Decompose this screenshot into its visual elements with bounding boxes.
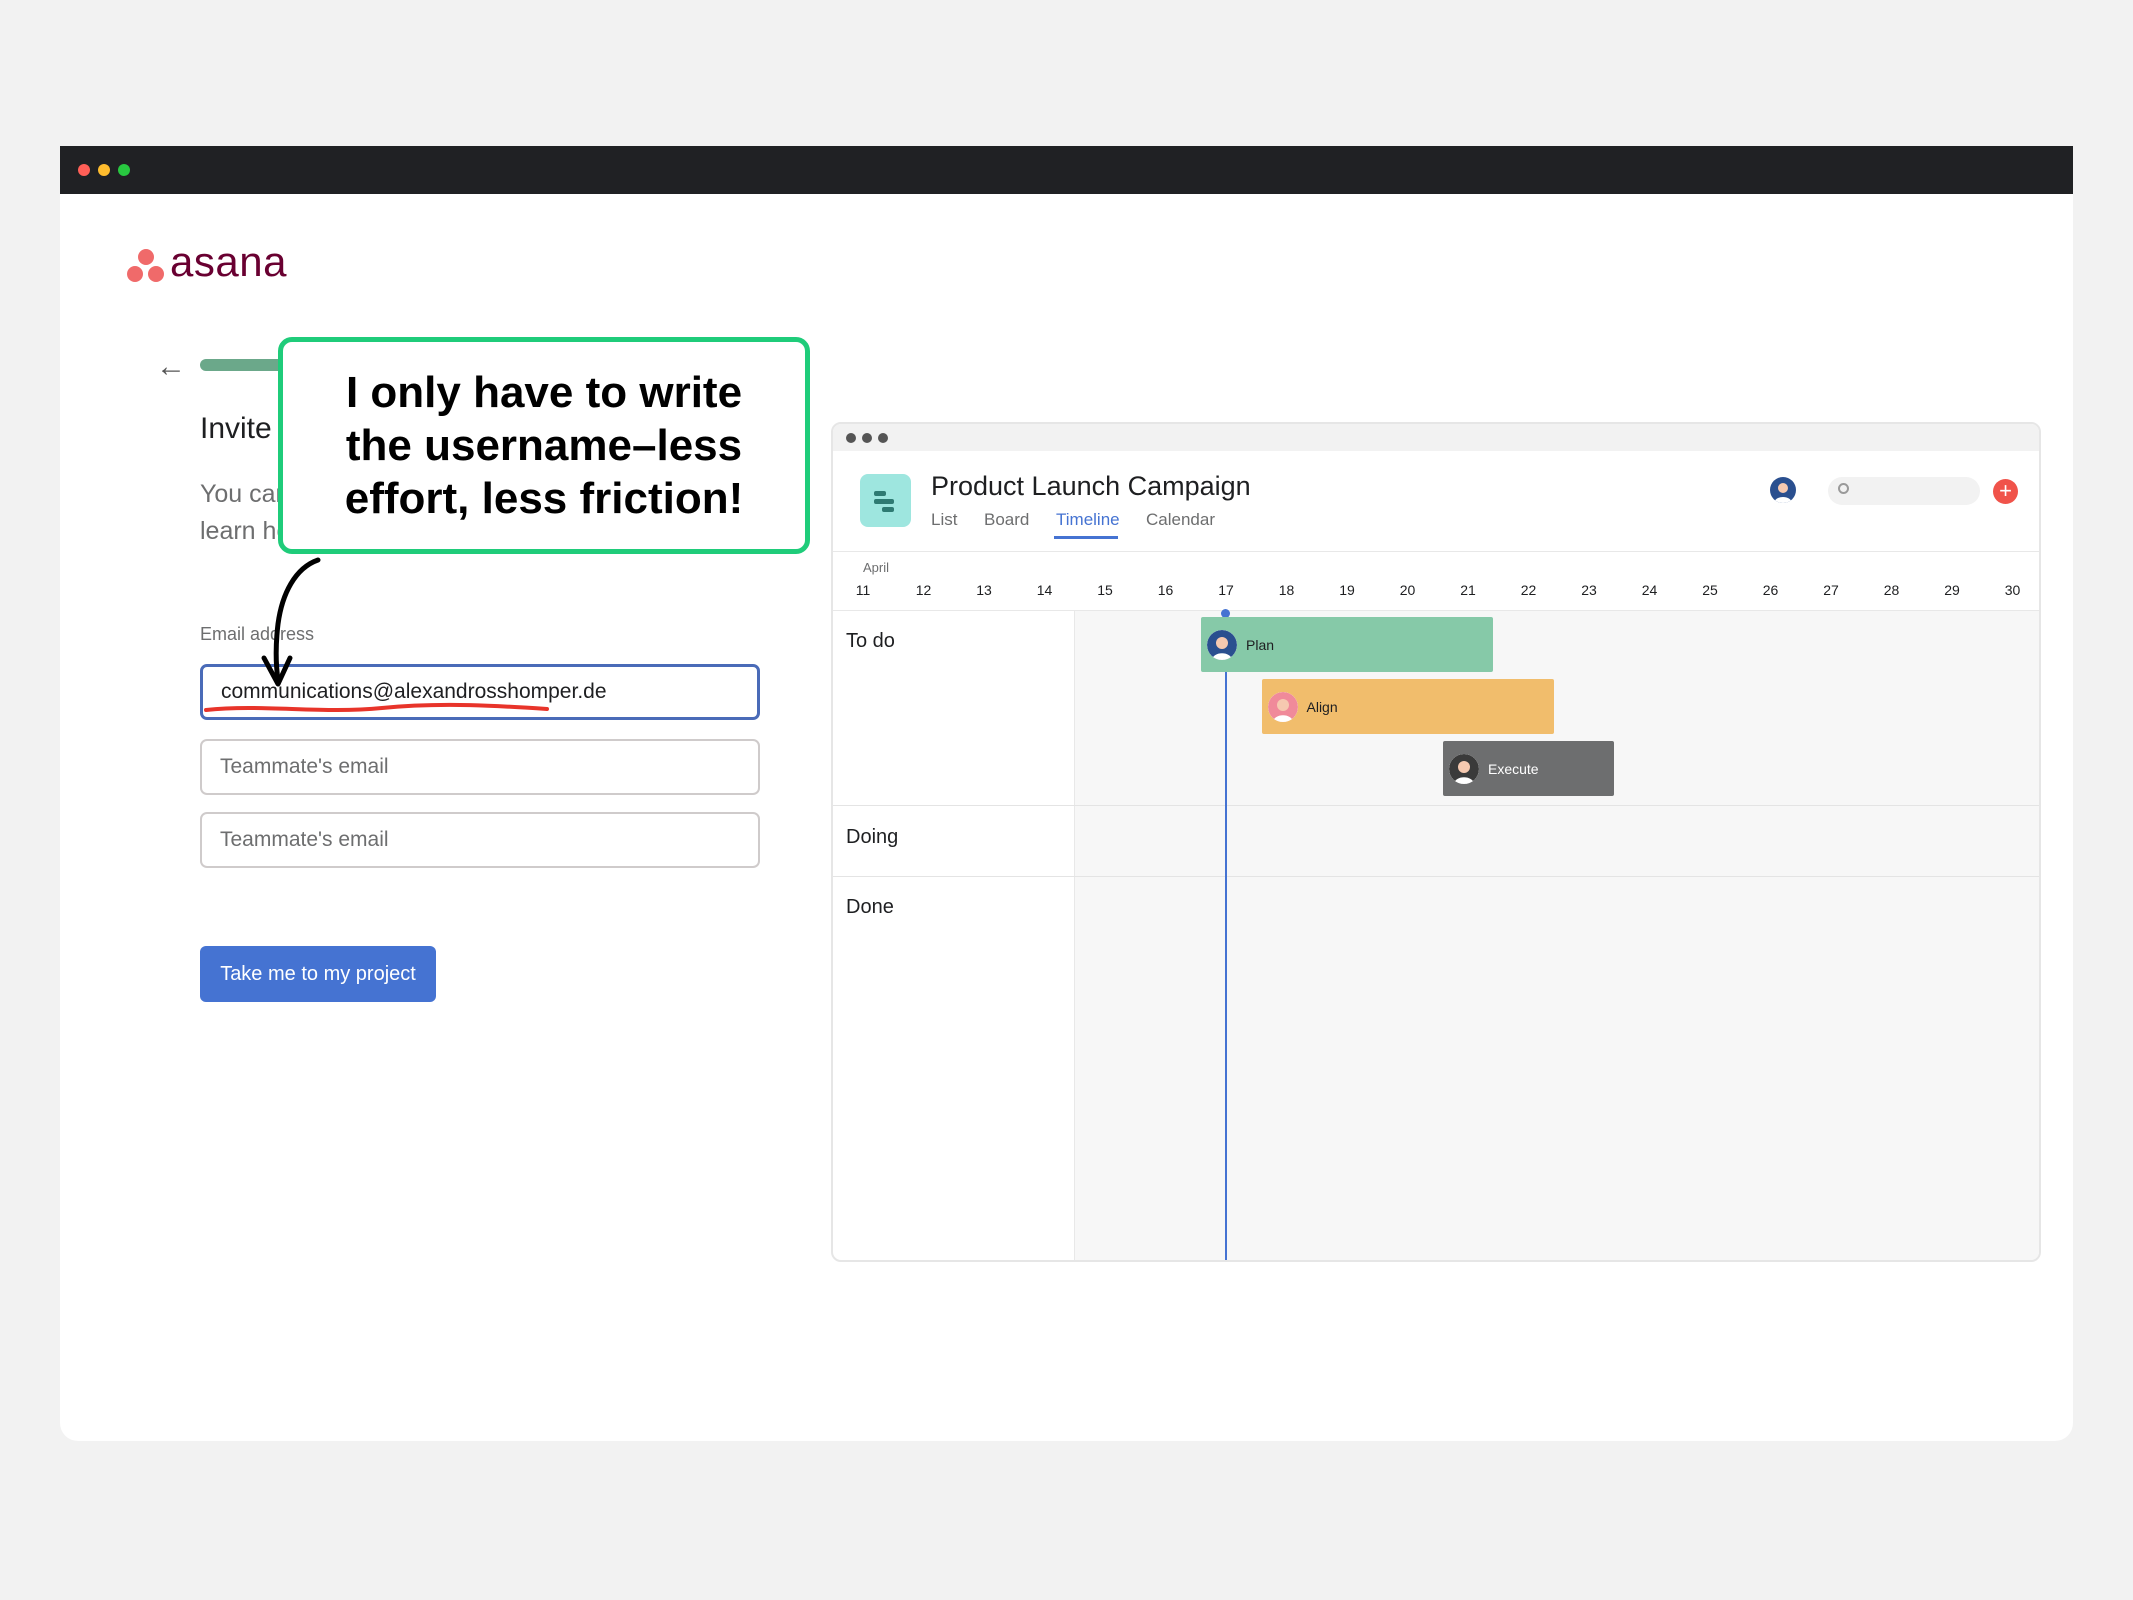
header-divider bbox=[833, 551, 2039, 552]
section-label-to-do[interactable]: To do bbox=[846, 630, 895, 653]
timeline-day-label: 24 bbox=[1641, 582, 1658, 598]
tab-calendar[interactable]: Calendar bbox=[1146, 510, 1215, 530]
page-description: You can learn ho bbox=[200, 476, 290, 550]
timeline-day-label: 22 bbox=[1520, 582, 1537, 598]
timeline-day-label: 14 bbox=[1036, 582, 1053, 598]
callout-line: the username–less bbox=[345, 421, 743, 470]
timeline-day-label: 28 bbox=[1883, 582, 1900, 598]
asana-logo[interactable]: asana bbox=[126, 238, 316, 291]
tab-board[interactable]: Board bbox=[984, 510, 1029, 530]
section-label-doing[interactable]: Doing bbox=[846, 826, 898, 849]
timeline-day-label: 13 bbox=[976, 582, 992, 598]
selected-tab-indicator bbox=[1054, 536, 1118, 539]
assignee-avatar bbox=[1449, 753, 1479, 784]
task-bar-label: Align bbox=[1306, 698, 1338, 715]
project-title: Product Launch Campaign bbox=[931, 471, 1251, 501]
annotation-callout: I only have to write the username–less e… bbox=[278, 337, 810, 554]
window-dot-icon bbox=[878, 433, 888, 443]
tab-list[interactable]: List bbox=[931, 510, 957, 530]
callout-text: I only have to write the username–less e… bbox=[345, 366, 744, 525]
today-marker-line bbox=[1225, 613, 1227, 1260]
timeline-day-label: 16 bbox=[1157, 582, 1174, 598]
task-bar-execute[interactable]: Execute bbox=[1443, 741, 1614, 796]
timeline-day-label: 20 bbox=[1399, 582, 1416, 598]
description-line: learn ho bbox=[200, 517, 291, 545]
task-bar-plan[interactable]: Plan bbox=[1201, 617, 1493, 672]
red-underline-annotation bbox=[204, 702, 549, 712]
user-avatar[interactable] bbox=[1770, 477, 1796, 503]
window-dot-icon bbox=[846, 433, 856, 443]
assignee-avatar bbox=[1267, 691, 1298, 722]
onboarding-progress-bar bbox=[200, 359, 290, 371]
tab-timeline[interactable]: Timeline bbox=[1056, 510, 1120, 530]
search-input[interactable] bbox=[1828, 477, 1980, 505]
teammate-email-field-2[interactable] bbox=[200, 739, 760, 795]
section-label-done[interactable]: Done bbox=[846, 896, 894, 919]
logo-dot-icon bbox=[138, 249, 154, 265]
add-icon[interactable]: + bbox=[1993, 479, 2018, 504]
maximize-window-icon[interactable] bbox=[118, 164, 130, 176]
description-line: You can bbox=[200, 480, 290, 508]
task-bar-label: Execute bbox=[1488, 760, 1539, 777]
timeline-day-label: 12 bbox=[915, 582, 932, 598]
timeline-day-label: 19 bbox=[1339, 582, 1355, 598]
timeline-day-label: 29 bbox=[1944, 582, 1960, 598]
window-titlebar bbox=[60, 146, 2073, 194]
callout-line: I only have to write bbox=[345, 368, 743, 417]
timeline-day-label: 30 bbox=[2004, 582, 2021, 598]
back-arrow-icon[interactable]: ← bbox=[156, 352, 186, 382]
timeline-day-label: 27 bbox=[1823, 582, 1839, 598]
logo-dot-icon bbox=[127, 266, 143, 282]
timeline-day-label: 15 bbox=[1097, 582, 1113, 598]
search-icon bbox=[1838, 483, 1849, 494]
section-column-divider bbox=[1074, 611, 1075, 1260]
assignee-avatar bbox=[1207, 629, 1237, 660]
timeline-day-label: 23 bbox=[1581, 582, 1597, 598]
timeline-day-label: 21 bbox=[1460, 582, 1476, 598]
timeline-month-label: April bbox=[863, 560, 890, 575]
logo-dot-icon bbox=[148, 266, 164, 282]
logo-wordmark: asana bbox=[170, 238, 287, 285]
timeline-day-label: 18 bbox=[1278, 582, 1295, 598]
section-divider bbox=[833, 876, 2039, 877]
close-window-icon[interactable] bbox=[78, 164, 90, 176]
timeline-day-label: 17 bbox=[1218, 582, 1234, 598]
timeline-day-label: 11 bbox=[855, 582, 871, 598]
callout-line: effort, less friction! bbox=[344, 474, 744, 523]
timeline-day-label: 25 bbox=[1702, 582, 1718, 598]
task-bar-label: Plan bbox=[1246, 636, 1275, 653]
minimize-window-icon[interactable] bbox=[98, 164, 110, 176]
window-dot-icon bbox=[862, 433, 872, 443]
timeline-day-label: 26 bbox=[1762, 582, 1779, 598]
section-divider bbox=[833, 805, 2039, 806]
project-timeline-icon bbox=[860, 474, 911, 527]
project-preview-window: Product Launch Campaign List Board Timel… bbox=[831, 422, 2041, 1262]
task-bar-align[interactable]: Align bbox=[1261, 679, 1554, 734]
browser-window: asana ← Invite a You can learn ho Email … bbox=[60, 146, 2073, 1441]
teammate-email-field-3[interactable] bbox=[200, 812, 760, 868]
hand-drawn-arrow-icon bbox=[261, 557, 321, 687]
timeline-grid bbox=[1075, 611, 2039, 1260]
take-me-to-project-button[interactable]: Take me to my project bbox=[200, 946, 436, 1002]
preview-titlebar bbox=[833, 424, 2039, 451]
